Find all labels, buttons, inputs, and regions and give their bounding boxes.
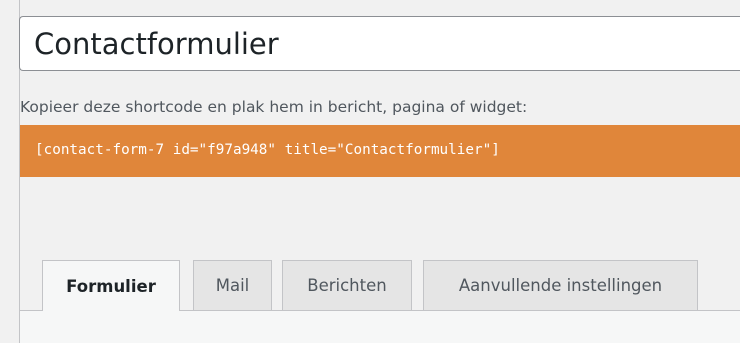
tab-berichten[interactable]: Berichten: [282, 260, 412, 310]
tab-mail[interactable]: Mail: [193, 260, 272, 310]
shortcode-text[interactable]: [contact-form-7 id="f97a948" title="Cont…: [35, 142, 500, 158]
tab-aanvullende-instellingen[interactable]: Aanvullende instellingen: [423, 260, 698, 310]
shortcode-box[interactable]: [contact-form-7 id="f97a948" title="Cont…: [20, 125, 740, 177]
tab-content-panel: [19, 310, 740, 343]
tab-formulier[interactable]: Formulier: [42, 260, 180, 311]
form-title-field-wrapper: [19, 16, 740, 71]
form-title-input[interactable]: [20, 17, 740, 70]
shortcode-instruction: Kopieer deze shortcode en plak hem in be…: [20, 98, 528, 116]
contact-form-editor: Kopieer deze shortcode en plak hem in be…: [0, 0, 740, 343]
